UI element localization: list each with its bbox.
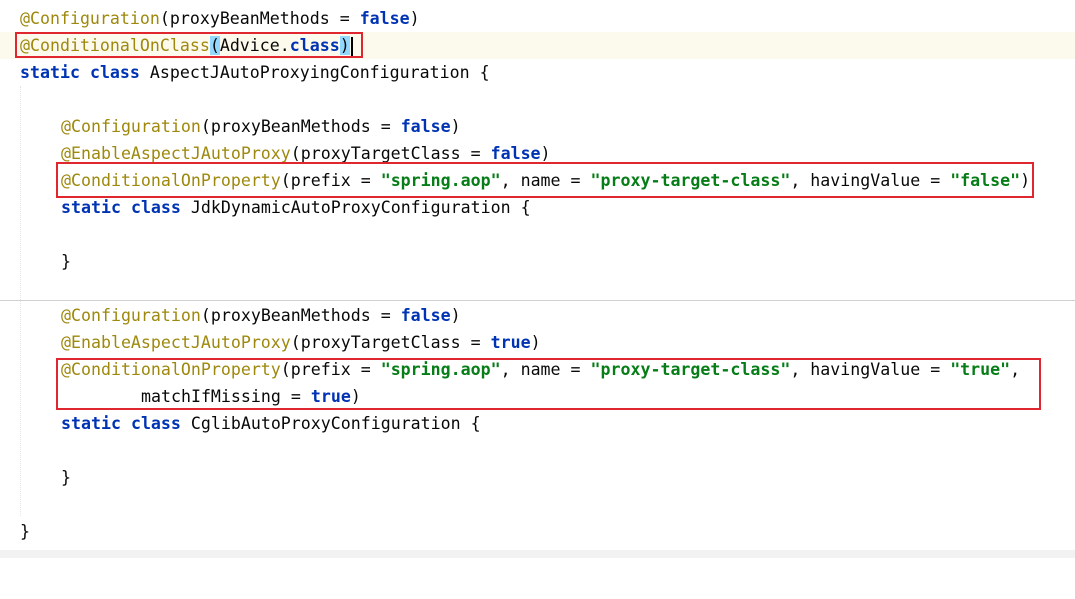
matched-paren: ) <box>339 36 350 55</box>
method-separator <box>0 300 1075 301</box>
code-line-15[interactable]: matchIfMissing = true) <box>0 383 1075 410</box>
code-line-20[interactable]: } <box>0 518 1075 545</box>
code-line-10[interactable]: } <box>0 248 1075 275</box>
annotation-token: @EnableAspectJAutoProxy <box>61 144 291 163</box>
code-editor[interactable]: @Configuration(proxyBeanMethods = false)… <box>0 0 1075 558</box>
code-line-8[interactable]: static class JdkDynamicAutoProxyConfigur… <box>0 194 1075 221</box>
code-line-13[interactable]: @EnableAspectJAutoProxy(proxyTargetClass… <box>0 329 1075 356</box>
code-line-7[interactable]: @ConditionalOnProperty(prefix = "spring.… <box>0 167 1075 194</box>
editor-bottom-edge <box>0 550 1075 558</box>
code-line-2-current[interactable]: @ConditionalOnClass(Advice.class) <box>0 32 1075 59</box>
code-line-1[interactable]: @Configuration(proxyBeanMethods = false) <box>0 5 1075 32</box>
annotation-token: @ConditionalOnProperty <box>61 360 281 379</box>
code-line-14[interactable]: @ConditionalOnProperty(prefix = "spring.… <box>0 356 1075 383</box>
annotation-token: @Configuration <box>61 306 201 325</box>
annotation-token: @Configuration <box>20 9 160 28</box>
annotation-token: @EnableAspectJAutoProxy <box>61 333 291 352</box>
code-line-3[interactable]: static class AspectJAutoProxyingConfigur… <box>0 59 1075 86</box>
annotation-token: @Configuration <box>61 117 201 136</box>
annotation-token: @ConditionalOnClass <box>20 36 210 55</box>
code-line-6[interactable]: @EnableAspectJAutoProxy(proxyTargetClass… <box>0 140 1075 167</box>
code-line-12[interactable]: @Configuration(proxyBeanMethods = false) <box>0 302 1075 329</box>
text-caret <box>350 36 353 57</box>
code-line-16[interactable]: static class CglibAutoProxyConfiguration… <box>0 410 1075 437</box>
matched-paren: ( <box>209 36 220 55</box>
annotation-token: @ConditionalOnProperty <box>61 171 281 190</box>
code-line-18[interactable]: } <box>0 464 1075 491</box>
code-line-5[interactable]: @Configuration(proxyBeanMethods = false) <box>0 113 1075 140</box>
